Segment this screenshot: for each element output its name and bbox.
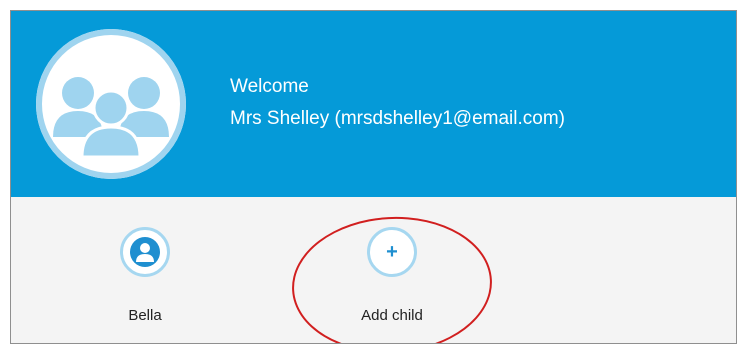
child-avatar bbox=[120, 227, 170, 277]
account-panel: Welcome Mrs Shelley (mrsdshelley1@email.… bbox=[10, 10, 737, 344]
group-users-icon bbox=[36, 29, 186, 179]
welcome-text: Welcome bbox=[230, 76, 309, 97]
child-label: Bella bbox=[128, 307, 162, 324]
profile-header: Welcome Mrs Shelley (mrsdshelley1@email.… bbox=[11, 11, 736, 197]
user-icon bbox=[130, 237, 160, 267]
child-bella[interactable]: Bella bbox=[70, 227, 220, 324]
user-name-email: Mrs Shelley (mrsdshelley1@email.com) bbox=[230, 108, 565, 129]
